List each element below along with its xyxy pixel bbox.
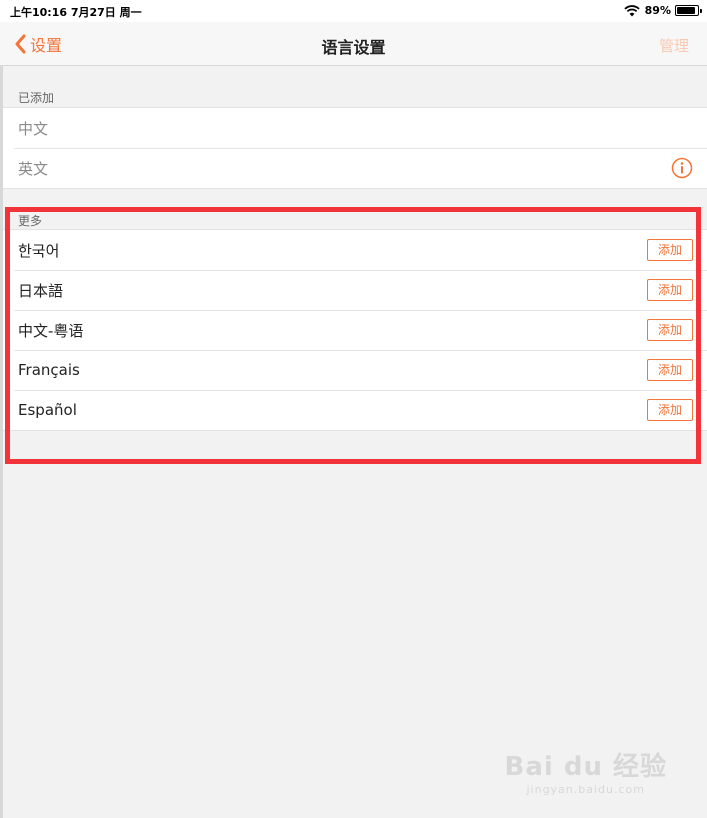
- list-item: 日本語 添加: [0, 270, 707, 310]
- battery-percent: 89%: [644, 4, 671, 17]
- watermark-logo: Bai du 经验: [504, 752, 667, 782]
- add-button[interactable]: 添加: [647, 359, 693, 381]
- page-title: 语言设置: [321, 38, 386, 57]
- section-header-more: 更多: [18, 214, 43, 228]
- add-button[interactable]: 添加: [647, 239, 693, 261]
- language-label: 日本語: [18, 281, 64, 300]
- list-item[interactable]: 英文: [0, 148, 707, 188]
- info-icon[interactable]: [671, 157, 693, 179]
- status-bar: 上午10:16 7月27日 周一 89%: [0, 0, 707, 22]
- status-right: 89%: [624, 4, 702, 17]
- add-button[interactable]: 添加: [647, 319, 693, 341]
- wifi-icon: [624, 4, 640, 16]
- list-item: Français 添加: [0, 350, 707, 390]
- section-header-added: 已添加: [18, 91, 55, 105]
- language-label: 中文: [18, 119, 49, 138]
- language-label: 英文: [18, 159, 49, 178]
- added-languages-group: 中文 英文: [0, 107, 707, 189]
- watermark: Bai du 经验 jingyan.baidu.com: [505, 746, 668, 796]
- list-item[interactable]: 中文: [0, 108, 707, 148]
- battery-icon: [675, 5, 702, 16]
- watermark-url: jingyan.baidu.com: [526, 783, 645, 796]
- battery-fill: [677, 7, 695, 14]
- language-label: 中文-粤语: [18, 321, 84, 340]
- more-languages-group: 한국어 添加 日本語 添加 中文-粤语 添加 Français 添加 Españ…: [0, 229, 707, 431]
- add-button[interactable]: 添加: [647, 279, 693, 301]
- list-item: 中文-粤语 添加: [0, 310, 707, 350]
- list-item: Español 添加: [0, 390, 707, 430]
- status-time: 上午10:16 7月27日 周一: [10, 6, 142, 19]
- language-label: 한국어: [18, 241, 60, 260]
- list-item: 한국어 添加: [0, 230, 707, 270]
- left-edge-divider: [0, 66, 3, 818]
- navigation-bar: 设置 语言设置 管理: [0, 22, 707, 66]
- language-label: Español: [18, 401, 77, 419]
- language-label: Français: [18, 361, 80, 379]
- add-button[interactable]: 添加: [647, 399, 693, 421]
- manage-button[interactable]: 管理: [659, 35, 689, 56]
